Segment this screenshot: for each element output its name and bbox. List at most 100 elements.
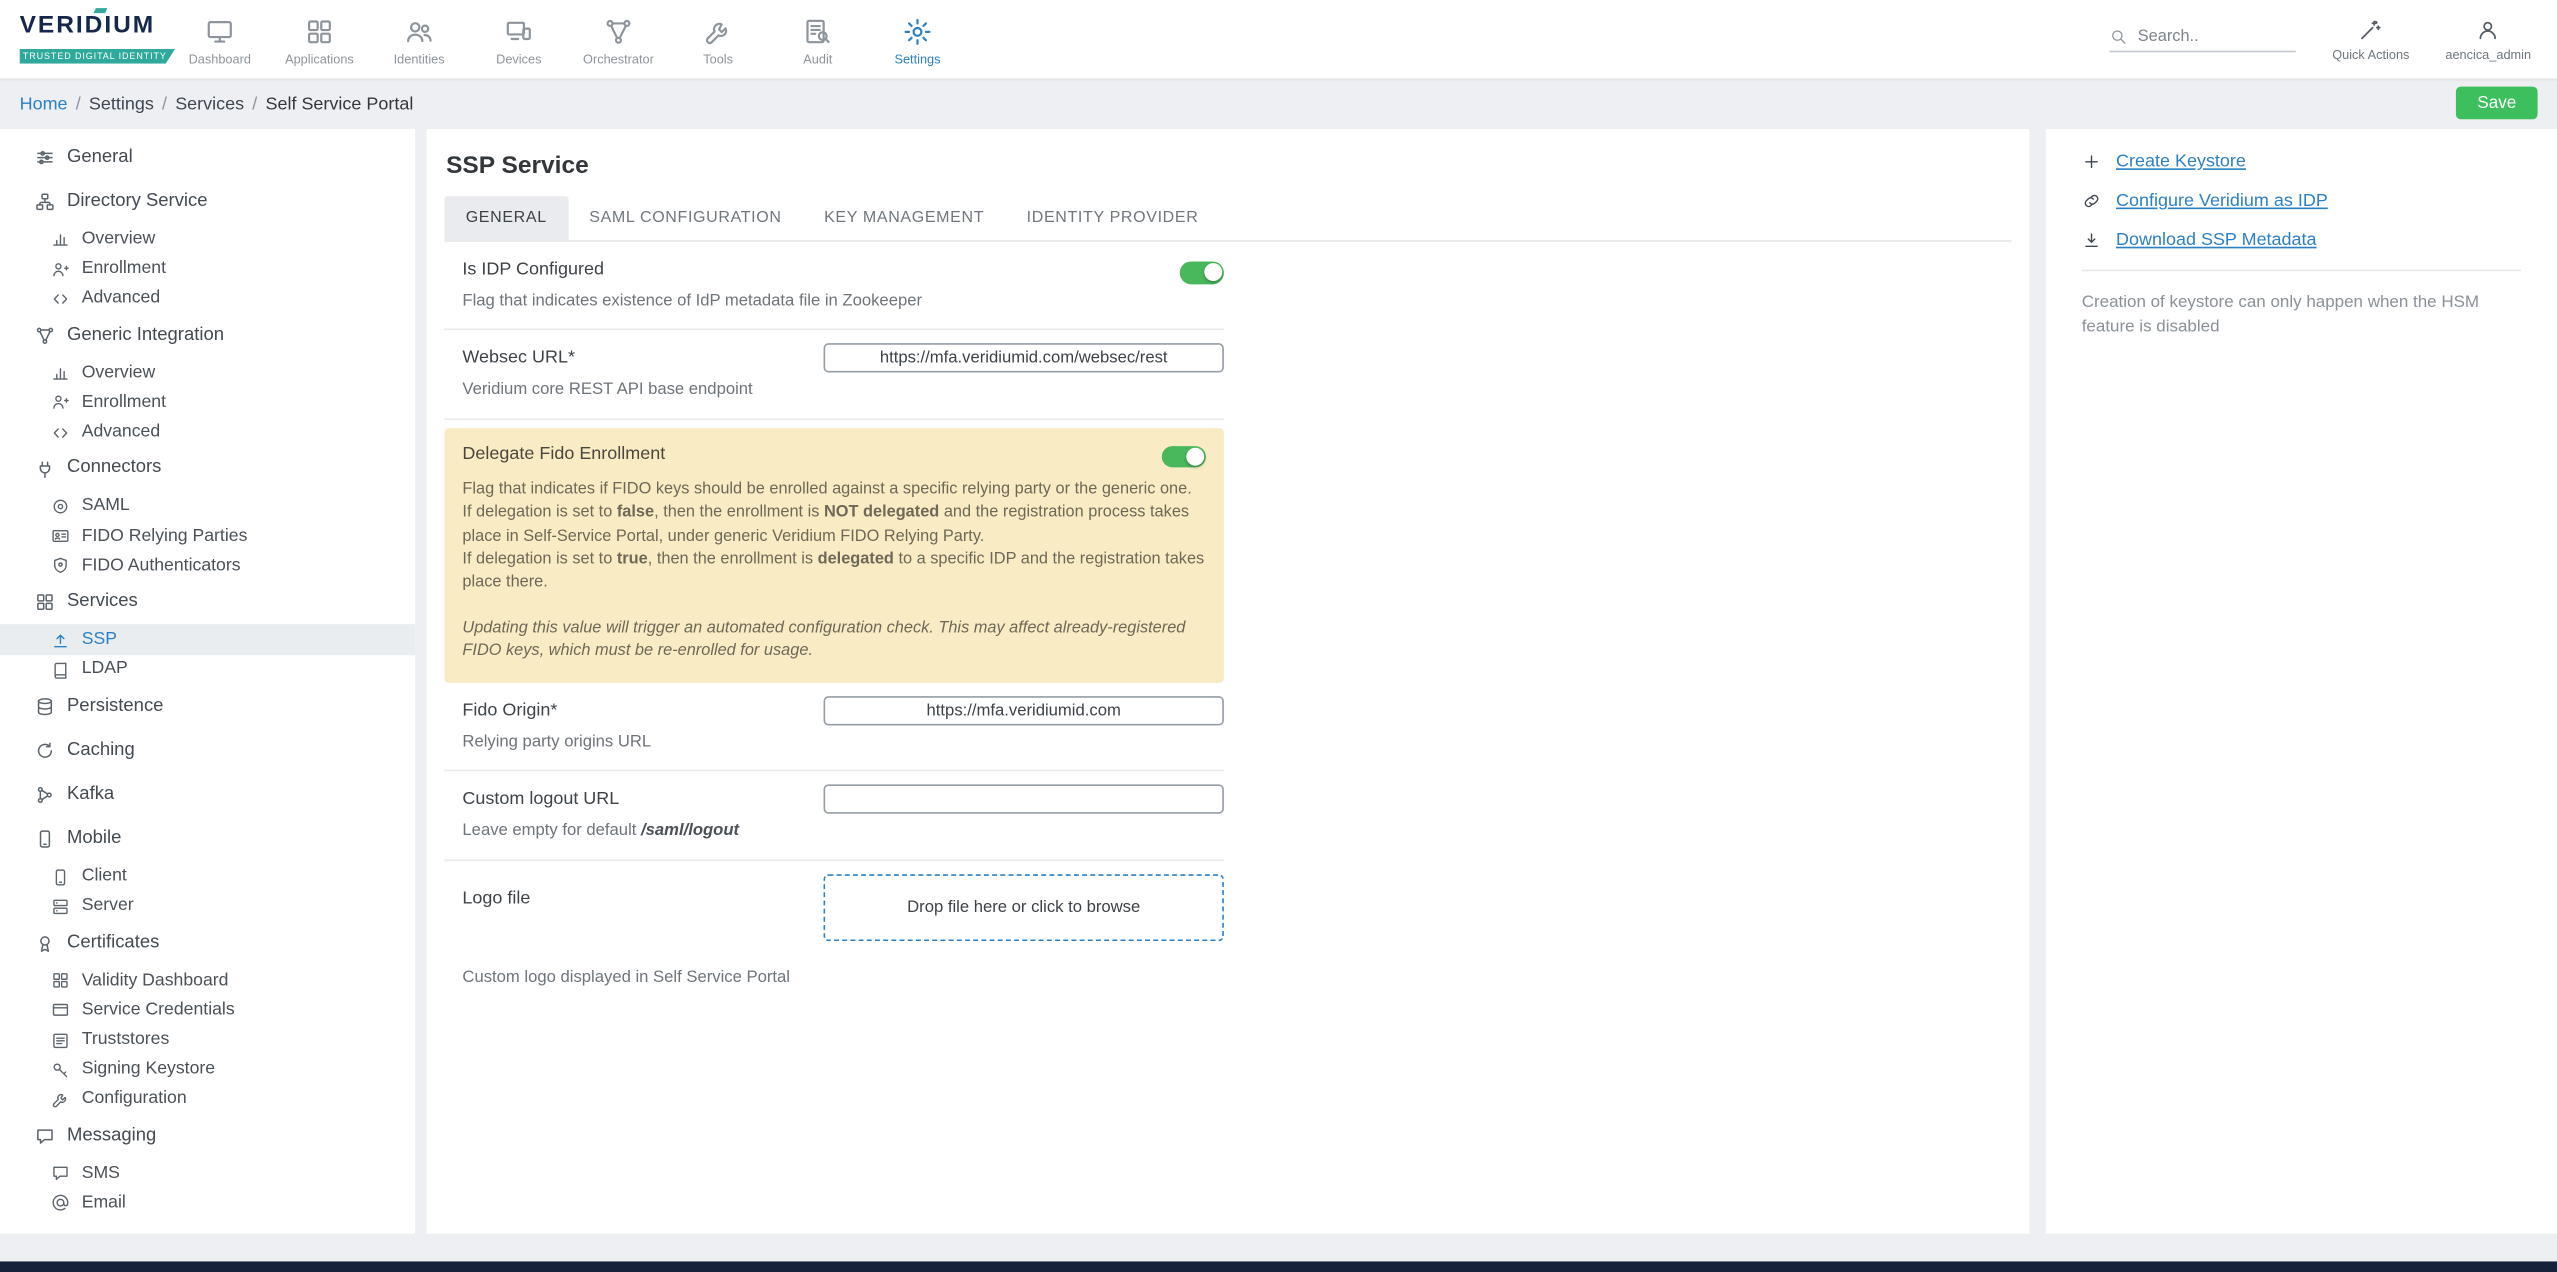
breadcrumb-separator: / — [252, 93, 258, 114]
user-icon — [2476, 17, 2501, 42]
nodes-icon — [34, 785, 55, 806]
veridium-logo[interactable]: VERIDIUM TRUSTED DIGITAL IDENTITY — [19, 12, 175, 66]
logo-file-dropzone[interactable]: Drop file here or click to browse — [823, 873, 1224, 941]
dashboard-icon — [204, 16, 235, 47]
search-box[interactable] — [2110, 26, 2297, 52]
sidebar-item-gi-overview[interactable]: Overview — [0, 358, 415, 388]
logo-file-desc: Custom logo displayed in Self Service Po… — [462, 968, 790, 987]
sidebar-item-caching[interactable]: Caching — [0, 729, 415, 773]
websec-url-row: Websec URL* Veridium core REST API base … — [444, 331, 1224, 418]
sidebar-item-ssp[interactable]: SSP — [0, 624, 416, 655]
tools-icon — [703, 16, 734, 47]
nav-identities[interactable]: Identities — [369, 12, 469, 66]
fido-origin-desc: Relying party origins URL — [462, 733, 652, 752]
main-nav: Dashboard Applications Identities Device… — [170, 12, 967, 66]
sidebar-item-messaging[interactable]: Messaging — [0, 1114, 415, 1158]
sidebar-item-configuration[interactable]: Configuration — [0, 1085, 415, 1115]
sidebar-item-server[interactable]: Server — [0, 892, 415, 922]
sidebar-item-ldap[interactable]: LDAP — [0, 655, 415, 685]
book-icon — [51, 660, 71, 680]
delegate-fido-toggle[interactable] — [1161, 445, 1206, 468]
nav-identities-label: Identities — [393, 51, 445, 67]
ring-icon — [51, 497, 71, 517]
nav-settings[interactable]: Settings — [868, 12, 968, 66]
tab-identity-provider[interactable]: IDENTITY PROVIDER — [1005, 196, 1219, 240]
code-icon — [51, 289, 71, 309]
tab-saml-configuration[interactable]: SAML CONFIGURATION — [568, 196, 803, 240]
sidebar-item-ds-advanced[interactable]: Advanced — [0, 284, 415, 314]
nav-tools-label: Tools — [703, 51, 734, 67]
sidebar-item-service-credentials[interactable]: Service Credentials — [0, 996, 415, 1026]
chat-icon — [34, 1126, 55, 1147]
custom-logout-label: Custom logout URL — [462, 789, 620, 810]
quick-actions-button[interactable]: Quick Actions — [2332, 17, 2409, 61]
breadcrumb: Home / Settings / Services / Self Servic… — [0, 78, 2557, 129]
breadcrumb-services[interactable]: Services — [175, 94, 244, 114]
sidebar-item-mobile[interactable]: Mobile — [0, 818, 415, 862]
sidebar-item-client[interactable]: Client — [0, 862, 415, 892]
sidebar-item-connectors[interactable]: Connectors — [0, 447, 415, 491]
nav-dashboard[interactable]: Dashboard — [170, 12, 270, 66]
nav-applications[interactable]: Applications — [270, 12, 370, 66]
user-menu[interactable]: aencica_admin — [2445, 17, 2531, 61]
sidebar-item-sms[interactable]: SMS — [0, 1159, 415, 1189]
sidebar-item-persistence[interactable]: Persistence — [0, 684, 415, 728]
sidebar-item-kafka[interactable]: Kafka — [0, 773, 415, 817]
search-input[interactable] — [2137, 26, 2289, 45]
sidebar-item-general[interactable]: General — [0, 136, 415, 180]
nav-audit[interactable]: Audit — [768, 12, 868, 66]
divider — [2081, 269, 2522, 272]
sidebar-item-saml[interactable]: SAML — [0, 491, 415, 521]
sidebar-item-services[interactable]: Services — [0, 581, 415, 625]
phone-icon — [51, 867, 71, 887]
directory-tree-icon — [34, 192, 55, 213]
custom-logout-url-row: Custom logout URL Leave empty for defaul… — [444, 772, 1224, 859]
grid-icon — [51, 971, 71, 991]
sidebar-item-validity-dashboard[interactable]: Validity Dashboard — [0, 966, 415, 996]
logo-file-row: Logo file Drop file here or click to bro… — [444, 861, 1224, 956]
integration-icon — [34, 325, 55, 346]
sidebar-item-fido-relying-parties[interactable]: FIDO Relying Parties — [0, 521, 415, 551]
websec-url-input[interactable] — [823, 343, 1224, 374]
nav-tools[interactable]: Tools — [668, 12, 768, 66]
download-icon — [2082, 230, 2102, 250]
websec-url-desc: Veridium core REST API base endpoint — [462, 381, 753, 400]
at-sign-icon — [51, 1193, 71, 1213]
tab-general[interactable]: GENERAL — [444, 196, 569, 241]
sidebar-item-truststores[interactable]: Truststores — [0, 1025, 415, 1055]
topbar: VERIDIUM TRUSTED DIGITAL IDENTITY Dashbo… — [0, 0, 2557, 79]
tab-key-management[interactable]: KEY MANAGEMENT — [803, 196, 1006, 240]
enrollment-icon — [51, 259, 71, 279]
is-idp-configured-toggle[interactable] — [1179, 261, 1224, 284]
hsm-note: Creation of keystore can only happen whe… — [2081, 294, 2480, 337]
page-title: SSP Service — [446, 151, 589, 180]
sidebar-item-generic-integration[interactable]: Generic Integration — [0, 314, 415, 358]
create-keystore-link[interactable]: Create Keystore — [2082, 152, 2522, 172]
save-button[interactable]: Save — [2456, 86, 2538, 120]
custom-logout-input[interactable] — [823, 785, 1224, 815]
logo-title: VERIDIUM — [20, 12, 170, 37]
download-ssp-metadata-link[interactable]: Download SSP Metadata — [2082, 230, 2522, 250]
configure-veridium-as-idp-link[interactable]: Configure Veridium as IDP — [2082, 191, 2522, 211]
sidebar-item-signing-keystore[interactable]: Signing Keystore — [0, 1055, 415, 1085]
sidebar-item-gi-enrollment[interactable]: Enrollment — [0, 388, 415, 418]
sidebar-item-certificates[interactable]: Certificates — [0, 921, 415, 965]
sidebar-item-email[interactable]: Email — [0, 1188, 415, 1218]
mobile-icon — [34, 829, 55, 850]
username-label: aencica_admin — [2445, 46, 2532, 62]
delegate-fido-description: Flag that indicates if FIDO keys should … — [462, 480, 1205, 592]
fido-origin-input[interactable] — [823, 696, 1224, 726]
nav-orchestrator[interactable]: Orchestrator — [569, 12, 669, 66]
wrench-icon — [51, 1090, 71, 1110]
sidebar-item-fido-authenticators[interactable]: FIDO Authenticators — [0, 551, 415, 581]
nav-devices[interactable]: Devices — [469, 12, 569, 66]
sidebar-item-ds-enrollment[interactable]: Enrollment — [0, 254, 415, 284]
breadcrumb-settings[interactable]: Settings — [89, 94, 154, 114]
sidebar-item-ds-overview[interactable]: Overview — [0, 224, 415, 254]
breadcrumb-home[interactable]: Home — [20, 94, 68, 114]
sidebar-item-gi-advanced[interactable]: Advanced — [0, 417, 415, 447]
enrollment-icon — [51, 393, 71, 413]
identities-icon — [404, 16, 435, 47]
sidebar-item-directory-service[interactable]: Directory Service — [0, 180, 415, 224]
nav-settings-label: Settings — [894, 51, 941, 67]
